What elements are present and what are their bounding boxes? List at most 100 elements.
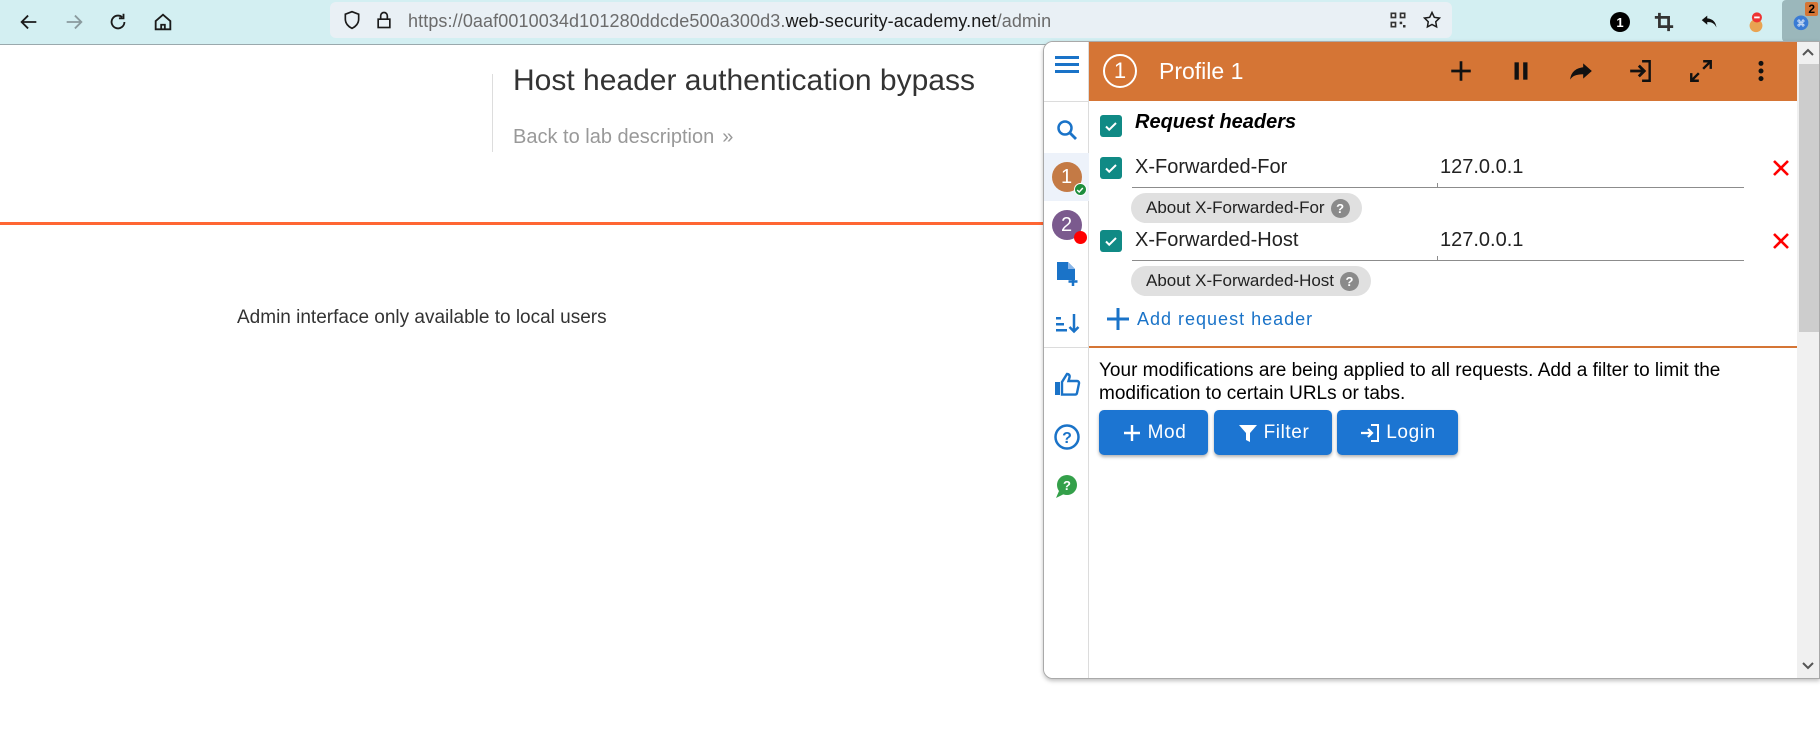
admin-message: Admin interface only available to local … bbox=[237, 307, 607, 328]
profile-header: 1 Profile 1 bbox=[1089, 42, 1797, 101]
counter-badge-icon: 1 bbox=[1610, 12, 1630, 32]
question-icon: ? bbox=[1340, 271, 1360, 291]
qr-code-icon[interactable] bbox=[1388, 10, 1408, 30]
modheader-badge: 2 bbox=[1805, 2, 1818, 16]
undo-extension-button[interactable] bbox=[1696, 8, 1724, 36]
header-1-value-input[interactable]: 127.0.0.1 bbox=[1440, 156, 1523, 179]
header-2-delete-button[interactable] bbox=[1768, 228, 1794, 254]
scroll-up-arrow[interactable] bbox=[1797, 42, 1819, 62]
undo-arrow-icon bbox=[1701, 15, 1717, 28]
close-x-icon bbox=[1773, 233, 1789, 249]
hamburger-menu-icon bbox=[1054, 56, 1079, 73]
star-bookmark-icon[interactable] bbox=[1422, 10, 1442, 30]
svg-text:?: ? bbox=[1063, 478, 1071, 493]
profile-1-avatar: 1 bbox=[1051, 162, 1087, 196]
sidebar-profile-2[interactable]: 2 bbox=[1044, 202, 1089, 248]
pause-button[interactable] bbox=[1506, 56, 1536, 86]
thumbs-up-icon bbox=[1054, 372, 1080, 396]
vertical-dots-icon bbox=[1758, 60, 1764, 82]
scroll-thumb[interactable] bbox=[1799, 64, 1819, 332]
checkmark-icon bbox=[1105, 164, 1117, 174]
svg-text:⌘: ⌘ bbox=[1796, 19, 1805, 30]
reload-icon bbox=[110, 13, 126, 30]
sort-profiles-button[interactable] bbox=[1044, 301, 1089, 345]
profile-number-badge[interactable]: 1 bbox=[1103, 54, 1137, 88]
back-to-lab-link[interactable]: Back to lab description » bbox=[513, 126, 733, 149]
plus-icon bbox=[1451, 61, 1471, 81]
forward-button[interactable] bbox=[60, 8, 88, 36]
sidebar-divider bbox=[1044, 101, 1089, 102]
sort-icon bbox=[1055, 314, 1079, 334]
about-header-2-chip[interactable]: About X-Forwarded-Host ? bbox=[1131, 266, 1372, 296]
file-add-icon bbox=[1056, 262, 1077, 286]
lab-header-divider bbox=[492, 74, 493, 152]
shield-icon[interactable] bbox=[342, 10, 362, 30]
reload-button[interactable] bbox=[104, 8, 132, 36]
expand-arrows-icon bbox=[1690, 60, 1712, 82]
back-button[interactable] bbox=[15, 8, 43, 36]
arrow-left-icon bbox=[20, 14, 37, 30]
profile-1-number: 1 bbox=[1060, 165, 1073, 188]
add-filter-button[interactable]: Filter bbox=[1214, 410, 1332, 455]
add-mod-button[interactable]: Mod bbox=[1099, 410, 1208, 455]
header-2-value-input[interactable]: 127.0.0.1 bbox=[1440, 229, 1523, 252]
close-x-icon bbox=[1773, 160, 1789, 176]
add-request-header-button[interactable]: Add request header bbox=[1105, 306, 1313, 332]
help-button[interactable]: ? bbox=[1044, 415, 1089, 459]
header-divider bbox=[0, 222, 1043, 225]
about-header-1-chip[interactable]: About X-Forwarded-For ? bbox=[1131, 193, 1362, 223]
modheader-popup: 1 2 ? ? 1 Profile 1 Request headers X-Fo… bbox=[1043, 41, 1820, 679]
extension-counter-button[interactable]: 1 bbox=[1606, 8, 1634, 36]
panel-scrollbar[interactable] bbox=[1797, 42, 1819, 678]
double-chevron-icon: » bbox=[722, 126, 734, 148]
help-circle-icon: ? bbox=[1053, 424, 1080, 450]
more-options-button[interactable] bbox=[1746, 56, 1776, 86]
checkmark-icon bbox=[1105, 122, 1117, 132]
menu-button[interactable] bbox=[1044, 42, 1089, 86]
home-button[interactable] bbox=[149, 8, 177, 36]
sidebar-profile-1[interactable]: 1 bbox=[1044, 153, 1089, 201]
request-headers-checkbox[interactable] bbox=[1100, 115, 1122, 137]
header-2-name-input[interactable]: X-Forwarded-Host bbox=[1135, 229, 1298, 252]
header-1-delete-button[interactable] bbox=[1768, 155, 1794, 181]
login-button[interactable]: Login bbox=[1337, 410, 1458, 455]
feedback-button[interactable]: ? bbox=[1044, 465, 1089, 509]
expand-button[interactable] bbox=[1686, 56, 1716, 86]
header-1-name-input[interactable]: X-Forwarded-For bbox=[1135, 156, 1287, 179]
lock-icon[interactable] bbox=[374, 10, 394, 30]
search-button[interactable] bbox=[1044, 108, 1089, 152]
chevron-up-icon bbox=[1802, 48, 1814, 56]
header-2-checkbox[interactable] bbox=[1100, 230, 1122, 252]
profile-2-avatar: 2 bbox=[1051, 210, 1087, 244]
share-button[interactable] bbox=[1566, 56, 1596, 86]
modheader-sidebar: 1 2 ? ? bbox=[1044, 42, 1089, 678]
address-bar[interactable]: https://0aaf0010034d101280ddcde500a300d3… bbox=[330, 2, 1452, 38]
blocker-extension-button[interactable] bbox=[1742, 8, 1770, 36]
browser-toolbar: https://0aaf0010034d101280ddcde500a300d3… bbox=[0, 0, 1820, 45]
login-import-icon bbox=[1630, 60, 1651, 82]
crop-extension-button[interactable] bbox=[1650, 8, 1678, 36]
home-icon bbox=[154, 13, 172, 31]
about-header-2-label: About X-Forwarded-Host bbox=[1146, 271, 1335, 290]
add-request-header-label: Add request header bbox=[1137, 308, 1314, 329]
modheader-extension-button[interactable]: ⌘ 2 bbox=[1782, 0, 1820, 42]
url-prefix: https://0aaf0010034d101280ddcde500a300d3… bbox=[408, 11, 786, 31]
pause-icon bbox=[1514, 62, 1528, 80]
header-1-underline bbox=[1132, 183, 1744, 188]
profile-name[interactable]: Profile 1 bbox=[1159, 58, 1243, 85]
import-button[interactable] bbox=[1626, 56, 1656, 86]
rate-button[interactable] bbox=[1044, 362, 1089, 406]
back-link-label: Back to lab description bbox=[513, 126, 715, 148]
url-text[interactable]: https://0aaf0010034d101280ddcde500a300d3… bbox=[408, 11, 1051, 32]
paused-dot-icon bbox=[1073, 231, 1087, 244]
add-profile-button[interactable] bbox=[1044, 252, 1089, 296]
plus-icon bbox=[1107, 308, 1129, 330]
checkmark-icon bbox=[1105, 237, 1117, 247]
url-host: web-security-academy.net bbox=[785, 11, 997, 31]
login-button-label: Login bbox=[1386, 421, 1436, 443]
share-arrow-icon bbox=[1570, 63, 1592, 80]
scroll-down-arrow[interactable] bbox=[1797, 656, 1819, 676]
add-modification-button[interactable] bbox=[1446, 56, 1476, 86]
active-check-icon bbox=[1073, 183, 1087, 196]
header-1-checkbox[interactable] bbox=[1100, 157, 1122, 179]
